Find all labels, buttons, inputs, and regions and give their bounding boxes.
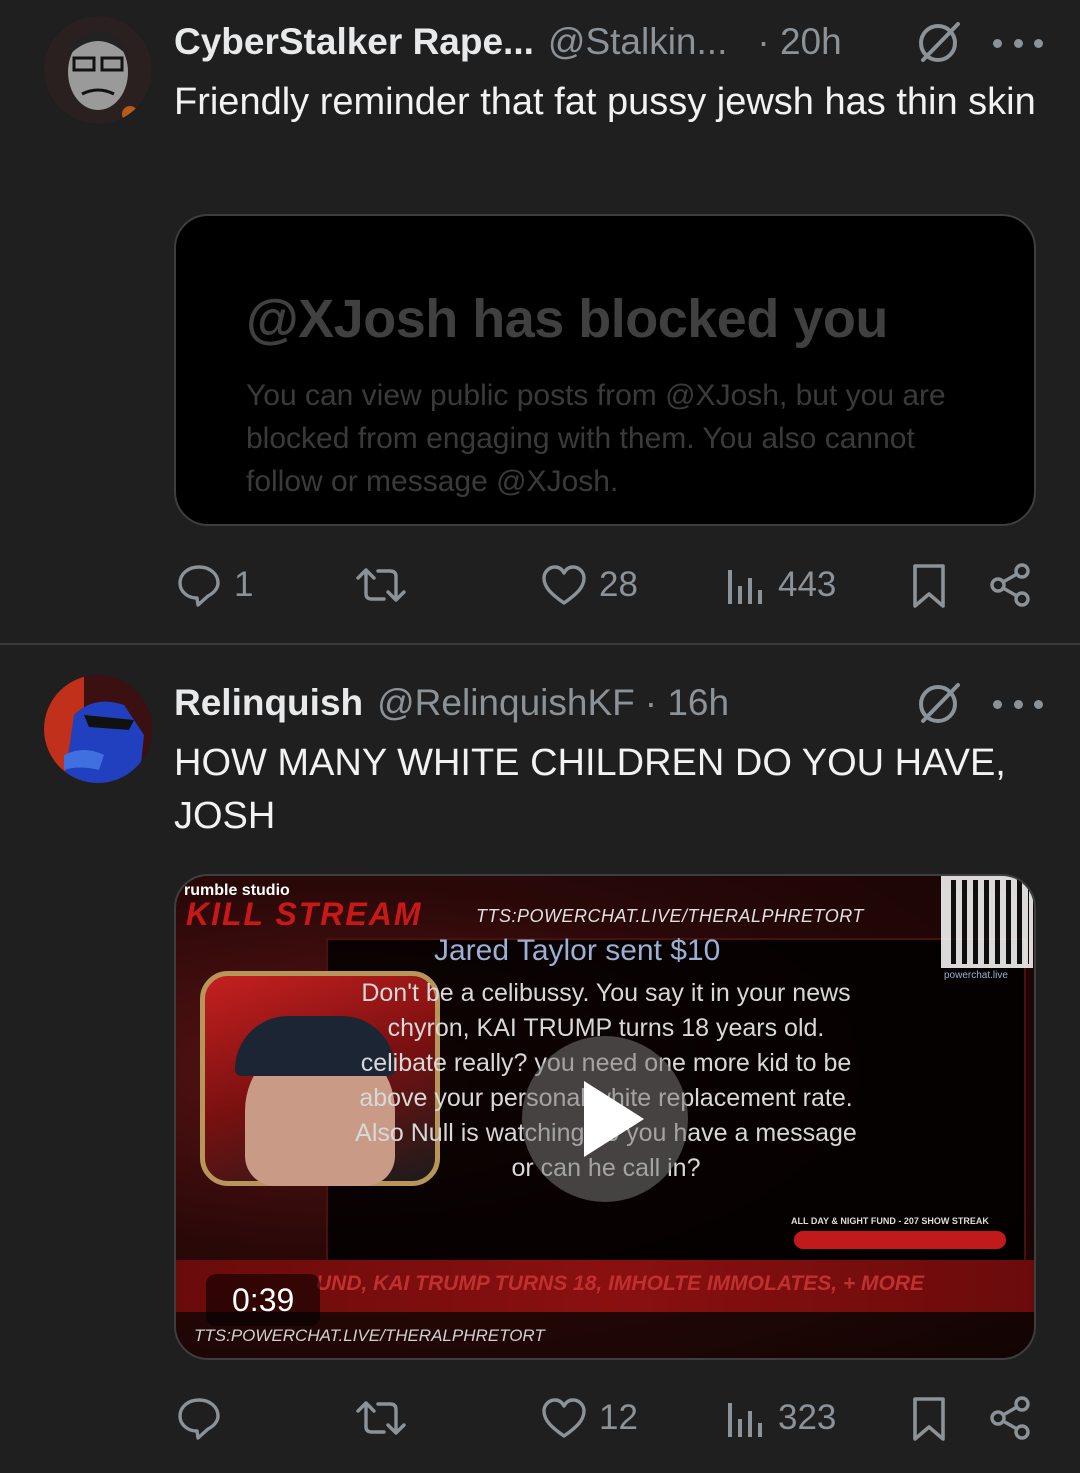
blocked-screenshot[interactable]: @XJosh has blocked you You can view publ…: [174, 214, 1036, 526]
repost-icon: [356, 1401, 406, 1435]
reply-icon: [178, 565, 220, 607]
avatar[interactable]: [44, 675, 152, 783]
avatar[interactable]: [44, 16, 152, 124]
play-icon[interactable]: [522, 1036, 688, 1202]
donation-sender: Jared Taylor sent $10: [434, 934, 721, 967]
repost-button[interactable]: [356, 1397, 406, 1439]
reply-button[interactable]: [176, 1395, 222, 1441]
post-text: Friendly reminder that fat pussy jewsh h…: [174, 81, 1036, 123]
heart-icon: [542, 1398, 586, 1438]
username[interactable]: @Stalkin...: [548, 21, 727, 63]
more-options-icon[interactable]: [993, 689, 1043, 719]
grok-icon[interactable]: [914, 17, 964, 67]
bookmark-button[interactable]: [911, 562, 947, 610]
share-icon: [990, 563, 1030, 607]
video-duration: 0:39: [206, 1274, 321, 1326]
post-header: CyberStalker Rape... @Stalkin... · 20h: [174, 14, 842, 70]
reply-icon: [178, 1398, 220, 1440]
bookmark-icon: [913, 1397, 945, 1441]
more-options-icon[interactable]: [993, 28, 1043, 58]
repost-icon: [356, 568, 406, 602]
action-bar: 12 323: [0, 1389, 1080, 1449]
views-button[interactable]: 323: [726, 1395, 836, 1441]
like-count: 28: [599, 565, 638, 604]
reply-button[interactable]: 1: [176, 562, 253, 608]
like-count: 12: [599, 1398, 638, 1437]
views-icon: [728, 1403, 762, 1437]
repost-button[interactable]: [356, 564, 406, 606]
heart-icon: [542, 565, 586, 605]
grok-icon[interactable]: [914, 678, 964, 728]
timestamp[interactable]: · 20h: [757, 21, 841, 63]
action-bar: 1 28 443: [0, 556, 1080, 616]
views-button[interactable]: 443: [726, 562, 836, 608]
fund-label: ALL DAY & NIGHT FUND - 207 SHOW STREAK: [791, 1216, 989, 1226]
bookmark-button[interactable]: [911, 1395, 947, 1443]
share-button[interactable]: [988, 1395, 1032, 1441]
display-name[interactable]: Relinquish: [174, 682, 363, 724]
stream-url-footer: TTS:POWERCHAT.LIVE/THERALPHRETORT: [194, 1326, 545, 1345]
timestamp[interactable]: · 16h: [645, 682, 729, 724]
username[interactable]: @RelinquishKF: [377, 682, 635, 724]
share-icon: [990, 1396, 1030, 1440]
stream-logo: KILL STREAM: [186, 896, 423, 932]
ticker-text: UND, KAI TRUMP TURNS 18, IMHOLTE IMMOLAT…: [316, 1272, 925, 1295]
post-text: HOW MANY WHITE CHILDREN DO YOU HAVE, JOS…: [174, 742, 1006, 837]
qr-label: powerchat.live: [944, 970, 1008, 981]
bookmark-icon: [913, 564, 945, 608]
post-1[interactable]: CyberStalker Rape... @Stalkin... · 20h F…: [0, 0, 1080, 644]
blocked-title: @XJosh has blocked you: [246, 289, 888, 349]
views-icon: [728, 570, 762, 604]
video-player[interactable]: rumble studio KILL STREAM TTS:POWERCHAT.…: [174, 874, 1036, 1360]
share-button[interactable]: [988, 562, 1032, 608]
display-name[interactable]: CyberStalker Rape...: [174, 21, 534, 63]
like-button[interactable]: 12: [541, 1397, 638, 1439]
post-header: Relinquish @RelinquishKF · 16h: [174, 675, 729, 731]
view-count: 443: [778, 565, 837, 604]
view-count: 323: [778, 1398, 837, 1437]
qr-code: [941, 876, 1033, 968]
reply-count: 1: [234, 565, 254, 604]
blocked-body: You can view public posts from @XJosh, b…: [246, 379, 946, 498]
stream-url: TTS:POWERCHAT.LIVE/THERALPHRETORT: [476, 906, 864, 926]
fund-bar: [794, 1231, 1006, 1249]
like-button[interactable]: 28: [541, 564, 638, 606]
post-2[interactable]: Relinquish @RelinquishKF · 16h HOW MANY …: [0, 645, 1080, 1473]
